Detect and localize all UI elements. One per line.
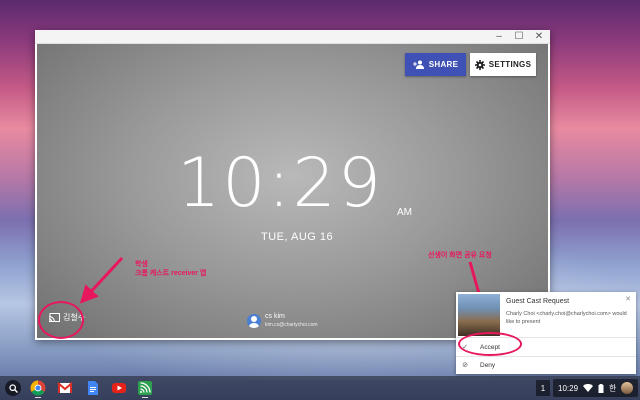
- running-indicator: [142, 397, 148, 398]
- wifi-icon: [583, 384, 594, 392]
- deny-button[interactable]: ⊘ Deny: [462, 359, 495, 371]
- window-count-badge[interactable]: 1: [536, 380, 550, 396]
- youtube-icon[interactable]: [111, 380, 127, 396]
- notification-title: Guest Cast Request: [506, 298, 570, 305]
- highlight-ring-accept: [458, 332, 522, 356]
- notification-close-icon[interactable]: ✕: [625, 295, 631, 303]
- search-icon: [8, 383, 18, 393]
- battery-icon: [598, 383, 604, 393]
- highlight-ring-cast: [38, 301, 84, 339]
- status-tray[interactable]: 10:29 한: [553, 379, 638, 397]
- launcher-button[interactable]: [5, 380, 21, 396]
- running-indicator: [35, 397, 41, 398]
- shelf: 1 10:29 한: [0, 376, 640, 400]
- gmail-icon[interactable]: [57, 380, 73, 396]
- block-icon: ⊘: [462, 362, 468, 369]
- notification-body: Charly Choi <charly.choi@charlychoi.com>…: [506, 311, 627, 325]
- tray-clock: 10:29: [558, 383, 579, 393]
- deny-label: Deny: [480, 361, 496, 369]
- cast-receiver-icon[interactable]: [137, 380, 153, 396]
- docs-icon[interactable]: [85, 380, 101, 396]
- chrome-icon[interactable]: [30, 380, 46, 396]
- avatar: [621, 382, 634, 394]
- notification-divider-2: [456, 356, 636, 357]
- ime-indicator: 한: [609, 383, 617, 393]
- notification-photo: [458, 294, 500, 336]
- arrow-to-cast: [79, 256, 124, 304]
